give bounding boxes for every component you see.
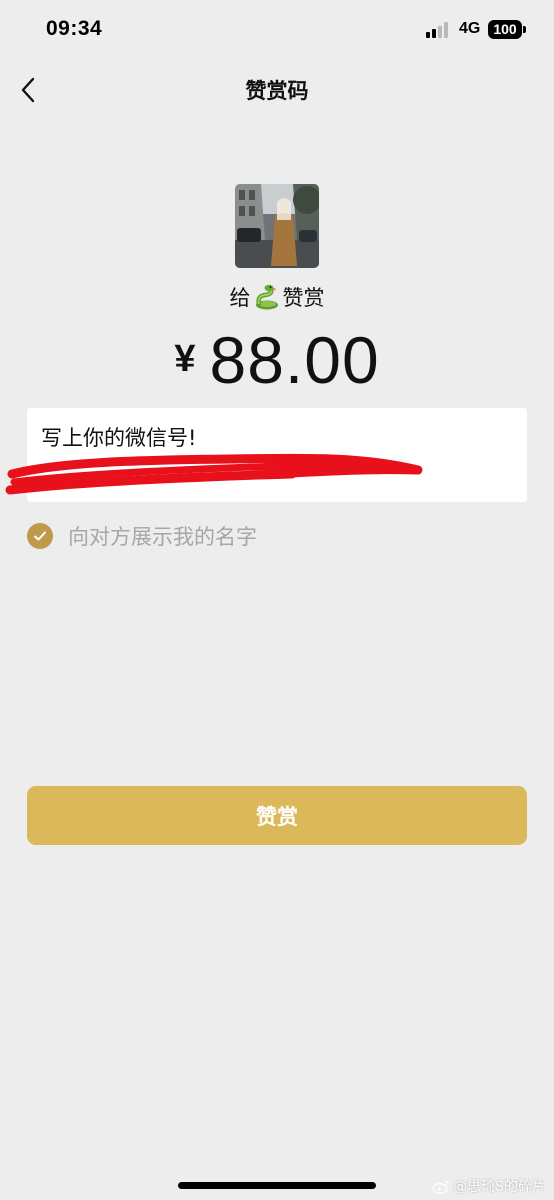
watermark-text: @思琦S的碎片 (453, 1179, 546, 1195)
give-prefix: 给 (229, 286, 251, 310)
network-type: 4G (459, 20, 481, 37)
snake-emoji-icon (253, 283, 281, 311)
home-indicator[interactable] (178, 1182, 376, 1189)
currency-symbol: ¥ (174, 338, 196, 380)
watermark: @思琦S的碎片 (432, 1176, 546, 1196)
show-name-checkbox[interactable]: 向对方展示我的名字 (27, 521, 257, 551)
redaction-scribble (5, 453, 423, 495)
reward-button[interactable]: 赞赏 (27, 786, 527, 845)
recipient-line: 给 赞赏 (0, 282, 554, 312)
nav-bar: 赞赏码 (0, 62, 554, 118)
give-suffix: 赞赏 (282, 286, 325, 310)
weibo-logo-icon (432, 1179, 449, 1194)
battery-tip (523, 26, 526, 33)
page-title: 赞赏码 (245, 79, 309, 103)
checkbox-checked-icon (27, 523, 53, 549)
battery-icon: 100 (488, 20, 522, 39)
amount-value: 88.00 (209, 323, 380, 397)
status-bar: 09:34 4G 100 (0, 0, 554, 62)
amount-display: ¥ 88.00 (0, 322, 554, 398)
status-time: 09:34 (46, 17, 103, 40)
cellular-signal-icon (426, 22, 452, 38)
avatar (235, 184, 319, 268)
show-name-label: 向对方展示我的名字 (68, 525, 257, 549)
